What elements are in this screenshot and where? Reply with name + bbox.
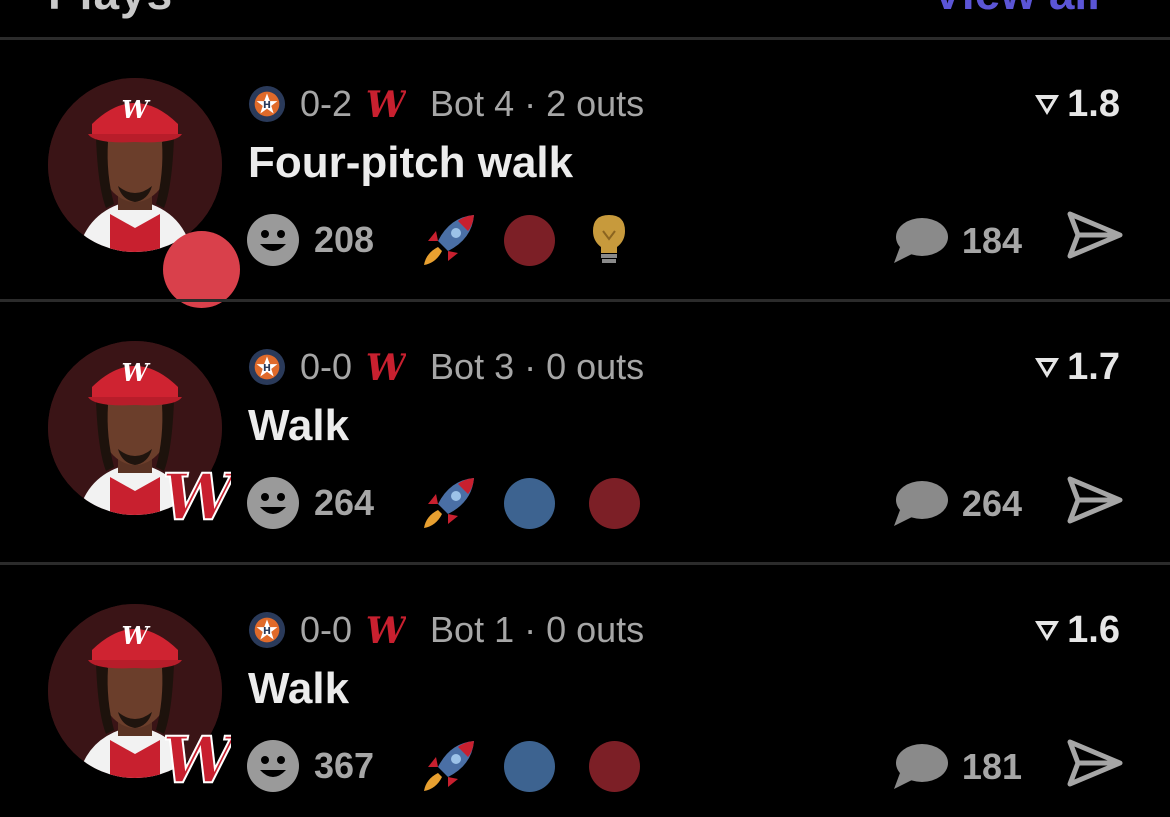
nationals-badge-icon: W	[165, 463, 231, 529]
game-meta: H 0-0 W Bot 1 · 0 outs	[248, 608, 644, 652]
play-title: Four-pitch walk	[248, 138, 574, 187]
play-rating: 1.7	[1033, 345, 1120, 389]
plays-feed: Plays View all W	[0, 0, 1170, 817]
rocket-icon[interactable]	[420, 211, 478, 269]
comment-count: 181	[961, 746, 1022, 787]
nationals-badge-icon: W	[165, 726, 231, 792]
red-dot-icon[interactable]	[589, 477, 640, 529]
rating-arrow-icon	[1035, 95, 1060, 115]
nationals-logo-icon: W	[366, 84, 406, 124]
reaction-bar: 208	[246, 212, 629, 268]
play-row[interactable]: W H 0-2 W Bot 4 · 2 outs Four-pitch walk…	[0, 40, 1170, 308]
svg-text:W: W	[165, 463, 231, 529]
ball-strike-count: 0-0	[300, 346, 353, 387]
comments-button[interactable]: 264	[892, 477, 1022, 531]
row-divider	[0, 562, 1170, 565]
smiley-reaction-icon[interactable]	[246, 476, 300, 530]
svg-text:W: W	[122, 358, 151, 387]
red-dot-icon[interactable]	[589, 740, 640, 792]
astros-logo-icon: H	[248, 611, 286, 649]
svg-text:H: H	[263, 100, 271, 111]
play-title: Walk	[248, 664, 350, 713]
inning-outs: Bot 3 · 0 outs	[430, 346, 645, 387]
astros-logo-icon: H	[248, 348, 286, 386]
comment-bubble-icon	[893, 744, 948, 789]
comment-count: 184	[961, 220, 1022, 261]
svg-text:W: W	[366, 347, 406, 387]
rating-arrow-icon	[1035, 621, 1060, 641]
game-meta: H 0-2 W Bot 4 · 2 outs	[248, 82, 644, 126]
ball-strike-count: 0-0	[300, 609, 353, 650]
rating-value: 1.6	[1067, 608, 1120, 651]
reaction-bar: 264	[246, 475, 674, 531]
astros-logo-icon: H	[248, 85, 286, 123]
section-title: Plays	[48, 0, 173, 20]
plays-header: Plays View all	[0, 0, 1170, 38]
svg-text:H: H	[263, 363, 271, 374]
rocket-icon[interactable]	[420, 474, 478, 532]
play-title: Walk	[248, 401, 350, 450]
share-icon[interactable]	[1066, 475, 1124, 525]
svg-text:W: W	[165, 726, 231, 792]
inning-outs: Bot 1 · 0 outs	[430, 609, 645, 650]
svg-text:W: W	[366, 610, 406, 650]
blue-dot-icon[interactable]	[504, 477, 555, 529]
player-avatar[interactable]: W	[48, 78, 222, 252]
comments-button[interactable]: 184	[892, 214, 1022, 268]
view-all-link[interactable]: View all	[932, 0, 1100, 20]
play-rating: 1.6	[1033, 608, 1120, 652]
rating-value: 1.8	[1067, 82, 1120, 125]
rating-value: 1.7	[1067, 345, 1120, 388]
play-rating: 1.8	[1033, 82, 1120, 126]
inning-outs: Bot 4 · 2 outs	[430, 83, 645, 124]
reaction-count: 367	[314, 745, 375, 786]
smiley-reaction-icon[interactable]	[246, 739, 300, 793]
comments-button[interactable]: 181	[892, 740, 1022, 794]
svg-text:W: W	[122, 621, 151, 650]
nationals-logo-icon: W	[366, 347, 406, 387]
rocket-icon[interactable]	[420, 737, 478, 795]
comment-bubble-icon	[893, 481, 948, 526]
ball-strike-count: 0-2	[300, 83, 353, 124]
status-dot-icon	[163, 231, 240, 308]
smiley-reaction-icon[interactable]	[246, 213, 300, 267]
reaction-bar: 367	[246, 738, 674, 794]
comment-count: 264	[961, 483, 1022, 524]
reaction-count: 208	[314, 219, 375, 260]
blue-dot-icon[interactable]	[504, 740, 555, 792]
lightbulb-icon[interactable]	[589, 213, 629, 267]
svg-text:W: W	[366, 84, 406, 124]
share-icon[interactable]	[1066, 738, 1124, 788]
nationals-logo-icon: W	[366, 610, 406, 650]
comment-bubble-icon	[893, 218, 948, 263]
svg-text:W: W	[122, 95, 151, 124]
red-dot-icon[interactable]	[504, 214, 555, 266]
play-row[interactable]: W W H 0-0 W Bot 3 · 0 outs Walk 1.7 264 …	[0, 303, 1170, 565]
row-divider	[0, 299, 1170, 302]
svg-text:H: H	[263, 626, 271, 637]
reaction-count: 264	[314, 482, 375, 523]
game-meta: H 0-0 W Bot 3 · 0 outs	[248, 345, 644, 389]
share-icon[interactable]	[1066, 210, 1124, 260]
play-row[interactable]: W W H 0-0 W Bot 1 · 0 outs Walk 1.6 367 …	[0, 566, 1170, 817]
rating-arrow-icon	[1035, 358, 1060, 378]
